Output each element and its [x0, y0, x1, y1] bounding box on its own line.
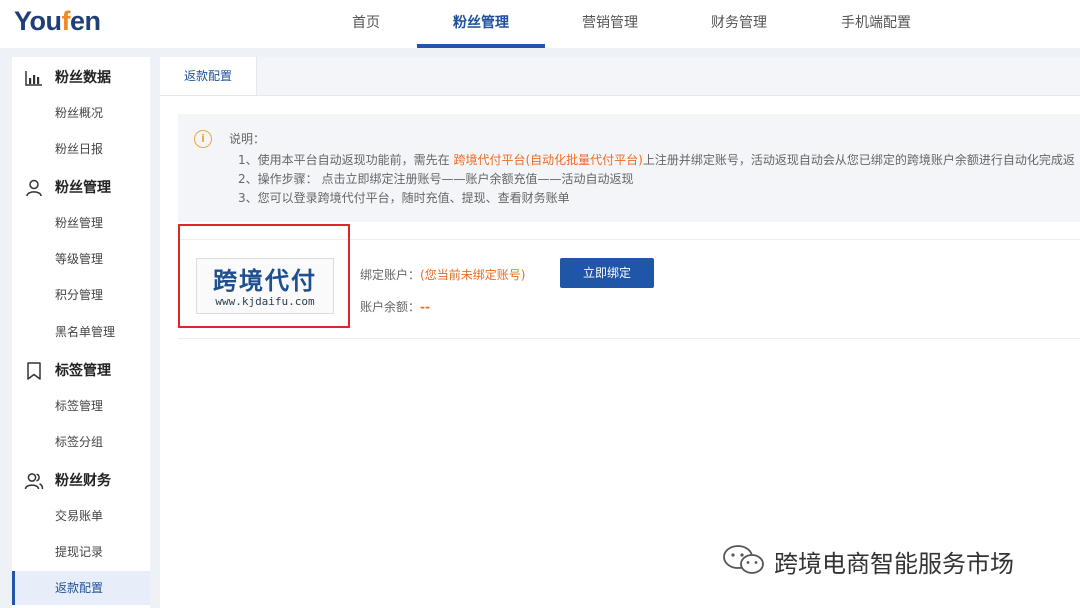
- sidebar-item-label: 标签分组: [55, 435, 104, 449]
- sidebar-item-transaction-bills[interactable]: 交易账单: [12, 499, 150, 533]
- brand-url: www.kjdaifu.com: [215, 295, 315, 308]
- nav-fan-management[interactable]: 粉丝管理: [417, 0, 545, 46]
- notice-box: i 说明： 1、使用本平台自动返现功能前，需先在 跨境代付平台(自动化批量代付平…: [178, 114, 1080, 222]
- nav-home[interactable]: 首页: [330, 0, 402, 46]
- sidebar-item-fan-overview[interactable]: 粉丝概况: [12, 96, 150, 130]
- sidebar-item-fan-management[interactable]: 粉丝管理: [12, 206, 150, 240]
- sidebar-item-label: 粉丝管理: [55, 216, 104, 230]
- sidebar-item-tag-groups[interactable]: 标签分组: [12, 425, 150, 459]
- balance-label: 账户余额：: [360, 300, 421, 314]
- sidebar-item-label: 粉丝日报: [55, 142, 104, 156]
- bind-now-button[interactable]: 立即绑定: [560, 258, 654, 288]
- sidebar-item-label: 黑名单管理: [55, 325, 116, 339]
- notice-line-2: 2、操作步骤： 点击立即绑定注册账号——账户余额充值——活动自动返现: [238, 172, 634, 186]
- main-panel: 返款配置 i 说明： 1、使用本平台自动返现功能前，需先在 跨境代付平台(自动化…: [160, 57, 1080, 608]
- sidebar-item-fan-daily-report[interactable]: 粉丝日报: [12, 132, 150, 166]
- logo-text-f: f: [61, 6, 71, 36]
- logo-text-suffix: en: [70, 6, 101, 36]
- sidebar-item-label: 标签管理: [55, 399, 104, 413]
- sidebar-group-fan-data[interactable]: 粉丝数据: [12, 60, 150, 94]
- sidebar-group-label: 粉丝管理: [55, 180, 111, 196]
- sidebar-group-tag-management[interactable]: 标签管理: [12, 353, 150, 387]
- watermark-text: 跨境电商智能服务市场: [774, 550, 1014, 578]
- account-binding-section: 跨境代付 www.kjdaifu.com 绑定账户：(您当前未绑定账号) 立即绑…: [178, 224, 1080, 339]
- nav-finance-management[interactable]: 财务管理: [697, 0, 781, 46]
- platform-highlight: 跨境代付平台(自动化批量代付平台): [453, 153, 643, 167]
- info-icon: i: [194, 130, 212, 148]
- bind-status: (您当前未绑定账号): [420, 268, 526, 282]
- sidebar-item-tag-management[interactable]: 标签管理: [12, 389, 150, 423]
- balance-value: --: [420, 300, 430, 314]
- sidebar-item-rebate-config[interactable]: 返款配置: [12, 571, 150, 605]
- wechat-icon: [723, 545, 764, 574]
- sidebar-item-label: 积分管理: [55, 288, 104, 302]
- users-icon: [24, 473, 44, 490]
- top-bar: Youfen 首页 粉丝管理 营销管理 财务管理 手机端配置: [0, 0, 1080, 48]
- notice-line-1-after: 上注册并绑定账号，活动返现自动会从您已绑定的跨境账户余额进行自动化完成返: [642, 153, 1075, 167]
- sidebar-item-blacklist-management[interactable]: 黑名单管理: [12, 315, 150, 349]
- nav-marketing-management[interactable]: 营销管理: [568, 0, 652, 46]
- sidebar: 粉丝数据 粉丝概况 粉丝日报 粉丝管理 粉丝管理 等级管理 积分管理 黑名单管理…: [12, 57, 150, 608]
- bind-account-label: 绑定账户：: [360, 268, 421, 282]
- sidebar-item-label: 交易账单: [55, 509, 104, 523]
- tab-rebate-config[interactable]: 返款配置: [160, 57, 257, 95]
- bookmark-icon: [27, 362, 41, 380]
- tab-bar: 返款配置: [160, 57, 1080, 96]
- sidebar-item-label: 等级管理: [55, 252, 104, 266]
- sidebar-group-label: 粉丝数据: [55, 70, 111, 86]
- sidebar-group-label: 标签管理: [55, 363, 111, 379]
- kjdaifu-logo[interactable]: 跨境代付 www.kjdaifu.com: [196, 258, 334, 314]
- brand-name: 跨境代付: [213, 267, 317, 295]
- sidebar-item-label: 粉丝概况: [55, 106, 104, 120]
- sidebar-group-label: 粉丝财务: [55, 473, 111, 489]
- sidebar-item-label: 返款配置: [55, 581, 104, 595]
- bar-chart-icon: [25, 71, 42, 86]
- nav-active-indicator: [417, 44, 545, 48]
- user-icon: [26, 179, 42, 197]
- sidebar-item-withdraw-records[interactable]: 提现记录: [12, 535, 150, 569]
- sidebar-group-fan-finance[interactable]: 粉丝财务: [12, 463, 150, 497]
- notice-line-1-before: 1、使用本平台自动返现功能前，需先在: [238, 153, 454, 167]
- app-logo[interactable]: Youfen: [14, 4, 101, 38]
- bind-account-row: 绑定账户：(您当前未绑定账号): [360, 266, 525, 283]
- sidebar-item-level-management[interactable]: 等级管理: [12, 242, 150, 276]
- notice-title: 说明：: [229, 132, 266, 146]
- notice-line-1: 1、使用本平台自动返现功能前，需先在 跨境代付平台(自动化批量代付平台)上注册并…: [238, 151, 1075, 168]
- sidebar-item-points-management[interactable]: 积分管理: [12, 278, 150, 312]
- sidebar-item-label: 提现记录: [55, 545, 104, 559]
- sidebar-group-fan-management[interactable]: 粉丝管理: [12, 170, 150, 204]
- nav-mobile-config[interactable]: 手机端配置: [826, 0, 926, 46]
- logo-text-prefix: You: [14, 6, 62, 36]
- notice-line-3: 3、您可以登录跨境代付平台，随时充值、提现、查看财务账单: [238, 191, 570, 205]
- balance-row: 账户余额：--: [360, 298, 430, 315]
